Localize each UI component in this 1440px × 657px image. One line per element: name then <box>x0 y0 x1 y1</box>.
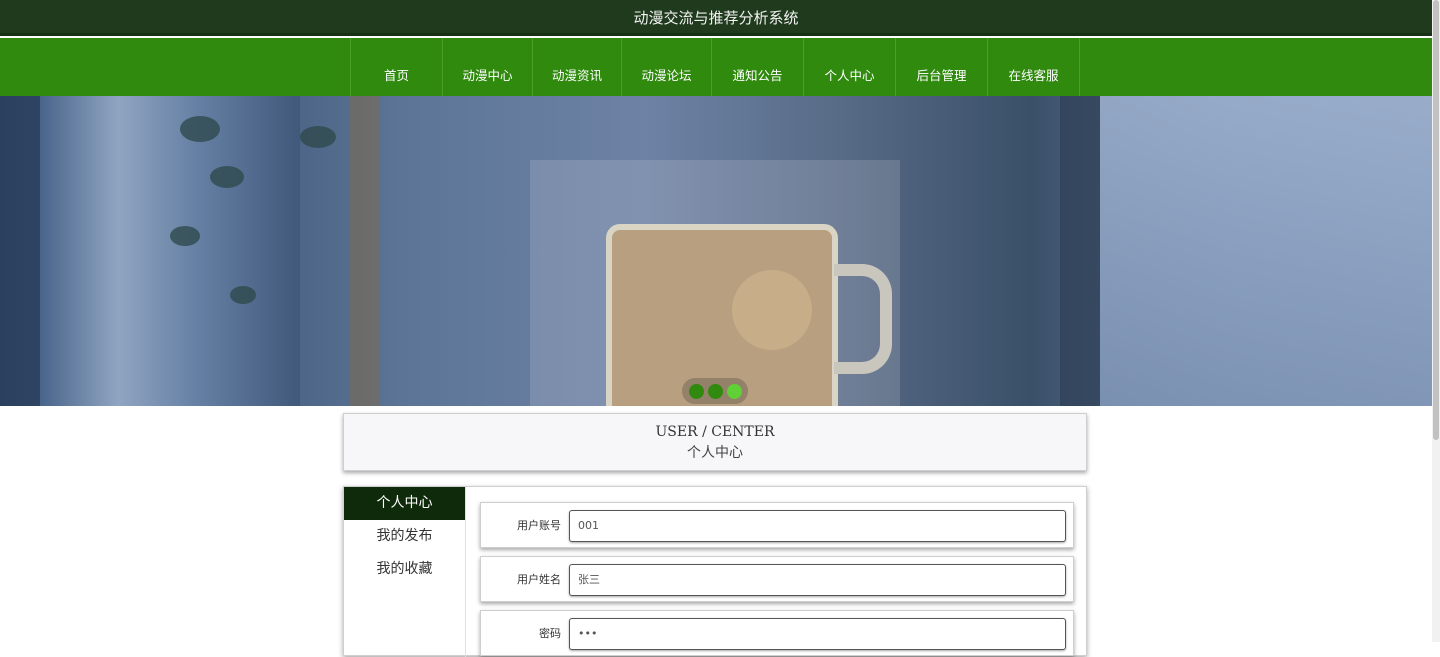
sidebar-item-my-posts[interactable]: 我的发布 <box>344 520 465 553</box>
form-row-account: 用户账号 001 <box>480 502 1074 548</box>
carousel-dot[interactable] <box>688 383 704 399</box>
nav-item-admin[interactable]: 后台管理 <box>896 38 988 96</box>
nav-item-home[interactable]: 首页 <box>351 38 443 96</box>
sidebar-item-personal-center[interactable]: 个人中心 <box>344 487 465 520</box>
name-label: 用户姓名 <box>517 573 561 586</box>
banner-image-window-frame <box>1060 96 1100 406</box>
user-center-title-en: USER / CENTER <box>655 424 775 440</box>
nav-item-online-service[interactable]: 在线客服 <box>988 38 1080 96</box>
form-row-name: 用户姓名 张三 <box>480 556 1074 602</box>
sidebar-item-my-favorites[interactable]: 我的收藏 <box>344 553 465 586</box>
carousel-dot[interactable] <box>707 383 723 399</box>
account-label: 用户账号 <box>517 519 561 532</box>
banner-mug-handle <box>834 264 892 374</box>
banner-mug-pattern <box>732 270 812 350</box>
nav-item-notices[interactable]: 通知公告 <box>712 38 804 96</box>
carousel-dot-active[interactable] <box>726 383 742 399</box>
nav-item-anime-forum[interactable]: 动漫论坛 <box>622 38 712 96</box>
banner-image-vase <box>40 96 300 406</box>
banner-leaf <box>210 166 244 188</box>
banner-leaf <box>230 286 256 304</box>
password-input[interactable]: ••• <box>569 618 1066 650</box>
name-input[interactable]: 张三 <box>569 564 1066 596</box>
user-center-title-zh: 个人中心 <box>687 445 743 461</box>
nav-item-anime-news[interactable]: 动漫资讯 <box>533 38 622 96</box>
form-row-password: 密码 ••• <box>480 610 1074 656</box>
scrollbar-thumb[interactable] <box>1433 0 1439 440</box>
user-center-header: USER / CENTER 个人中心 <box>343 413 1087 471</box>
nav-item-anime-center[interactable]: 动漫中心 <box>443 38 533 96</box>
banner-image-frame <box>350 96 380 406</box>
user-center-sidebar: 个人中心 我的发布 我的收藏 <box>344 487 466 657</box>
nav-list: 首页 动漫中心 动漫资讯 动漫论坛 通知公告 个人中心 后台管理 在线客服 <box>350 38 1080 96</box>
nav-item-personal-center[interactable]: 个人中心 <box>804 38 896 96</box>
banner-leaf <box>170 226 200 246</box>
carousel-indicators <box>682 378 748 404</box>
password-label: 密码 <box>539 627 561 640</box>
banner-image-window <box>1100 96 1432 406</box>
main-nav: 首页 动漫中心 动漫资讯 动漫论坛 通知公告 个人中心 后台管理 在线客服 <box>0 38 1432 96</box>
top-title-bar: 动漫交流与推荐分析系统 <box>0 0 1432 36</box>
banner-leaf <box>180 116 220 142</box>
user-center-panel: 个人中心 我的发布 我的收藏 用户账号 001 用户姓名 张三 密码 ••• <box>343 486 1087 657</box>
site-title: 动漫交流与推荐分析系统 <box>633 9 799 27</box>
page-scrollbar[interactable] <box>1432 0 1440 642</box>
account-input[interactable]: 001 <box>569 510 1066 542</box>
banner-carousel[interactable] <box>0 96 1432 406</box>
banner-leaf <box>300 126 336 148</box>
